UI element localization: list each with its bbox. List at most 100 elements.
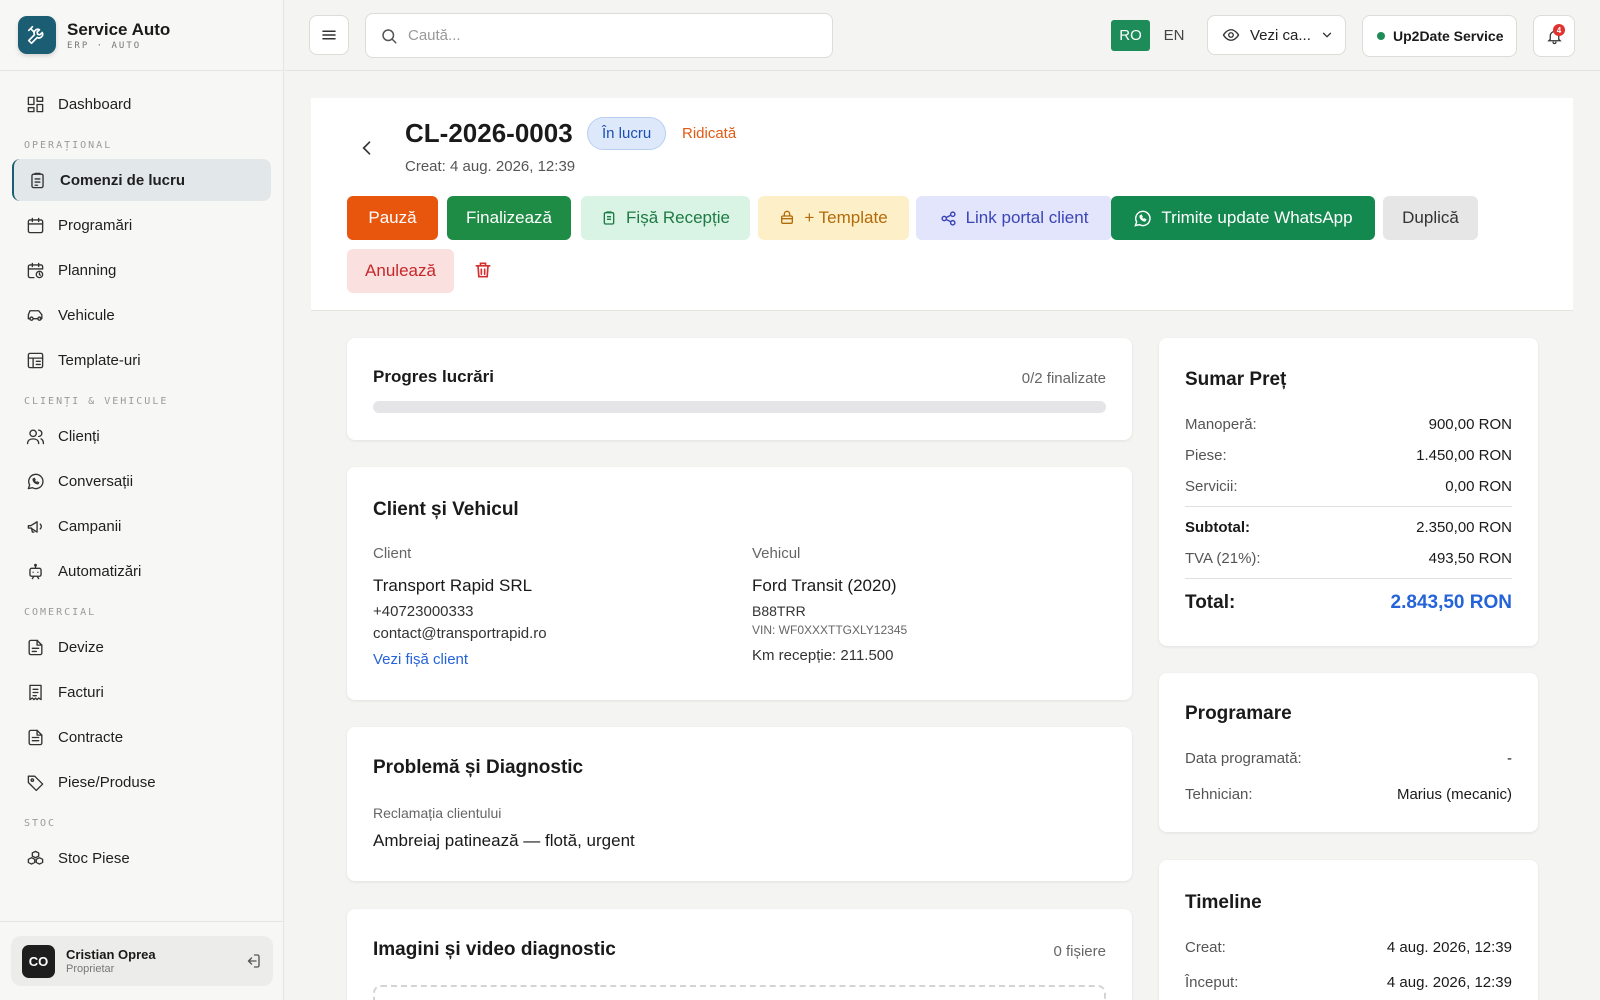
- finalize-button[interactable]: Finalizează: [447, 196, 571, 240]
- view-as-dropdown[interactable]: Vezi ca...: [1207, 15, 1346, 55]
- lang-en-button[interactable]: EN: [1159, 20, 1189, 51]
- vehicle-name: Ford Transit (2020): [752, 576, 897, 595]
- logout-icon[interactable]: [244, 952, 262, 970]
- sidebar-item-parts[interactable]: Piese/Produse: [12, 761, 271, 803]
- created-date: Creat: 4 aug. 2026, 12:39: [405, 158, 576, 175]
- sidebar-item-label: Dashboard: [58, 95, 132, 113]
- sidebar-item-dashboard[interactable]: Dashboard: [12, 83, 271, 125]
- service-status-dot: [1377, 32, 1385, 40]
- sidebar-item-work-orders[interactable]: Comenzi de lucru: [12, 159, 271, 201]
- sidebar-item-label: Clienți: [58, 427, 100, 445]
- sidebar-nav: Dashboard OPERAȚIONAL Comenzi de lucru P…: [0, 71, 283, 879]
- view-as-label: Vezi ca...: [1250, 26, 1311, 44]
- user-profile[interactable]: CO Cristian Oprea Proprietar: [11, 936, 273, 986]
- car-icon: [27, 309, 43, 321]
- cancel-order-button[interactable]: Anulează: [347, 249, 454, 293]
- notifications-button[interactable]: 4: [1533, 15, 1575, 57]
- scheduled-date-value: -: [1507, 750, 1512, 767]
- brand-subtitle: ERP · AUTO: [67, 40, 142, 51]
- add-template-button[interactable]: + Template: [758, 196, 909, 240]
- progress-count: 0/2 finalizate: [1021, 370, 1106, 387]
- sidebar-item-label: Conversații: [58, 472, 134, 490]
- bag-icon: [781, 210, 794, 224]
- progress-card: Progres lucrări 0/2 finalizate: [347, 338, 1132, 440]
- vat-label: TVA (21%):: [1185, 550, 1261, 567]
- schedule-card: Programare Data programată: - Tehnician:…: [1159, 673, 1538, 832]
- vat-value: 493,50 RON: [1428, 550, 1512, 567]
- boxes-icon: [27, 850, 44, 865]
- file-text-icon: [28, 729, 43, 745]
- service-name: Up2Date Service: [1393, 28, 1504, 44]
- sidebar-item-templates[interactable]: Template-uri: [12, 339, 271, 381]
- price-divider: [1185, 506, 1512, 507]
- notification-badge: 4: [1553, 24, 1565, 36]
- total-value: 2.843,50 RON: [1390, 592, 1512, 613]
- scheduled-date-label: Data programată:: [1185, 750, 1302, 767]
- brand[interactable]: Service Auto ERP · AUTO: [0, 0, 283, 71]
- sidebar: Service Auto ERP · AUTO Dashboard OPERAȚ…: [0, 0, 284, 1000]
- topbar: RO EN Vezi ca... Up2Date Service 4: [285, 0, 1600, 71]
- sidebar-item-conversations[interactable]: Conversații: [12, 460, 271, 502]
- timeline-card: Timeline Creat: 4 aug. 2026, 12:39 Încep…: [1159, 860, 1538, 1000]
- clipboard-icon: [603, 211, 615, 225]
- calendar-icon: [27, 217, 44, 233]
- lang-ro-button[interactable]: RO: [1111, 20, 1150, 51]
- duplicate-button[interactable]: Duplică: [1383, 196, 1478, 240]
- users-icon: [26, 428, 45, 444]
- portal-link-button[interactable]: Link portal client: [916, 196, 1112, 240]
- diagnosis-card: Problemă și Diagnostic Reclamația client…: [347, 727, 1132, 881]
- client-email: contact@transportrapid.ro: [373, 625, 547, 642]
- sidebar-item-quotes[interactable]: Devize: [12, 626, 271, 668]
- price-title: Sumar Preț: [1185, 369, 1287, 390]
- sidebar-item-clients[interactable]: Clienți: [12, 415, 271, 457]
- vehicle-plate: B88TRR: [752, 603, 806, 619]
- nav-section-commercial: COMERCIAL: [24, 607, 97, 618]
- sidebar-item-label: Comenzi de lucru: [60, 171, 186, 189]
- reception-sheet-button[interactable]: Fișă Recepție: [581, 196, 750, 240]
- trash-icon: [475, 262, 491, 278]
- sidebar-item-label: Stoc Piese: [58, 849, 130, 867]
- search-bar[interactable]: [365, 13, 833, 58]
- reception-sheet-label: Fișă Recepție: [626, 208, 730, 227]
- parts-value: 1.450,00 RON: [1416, 447, 1512, 464]
- complaint-label: Reclamația clientului: [373, 805, 502, 821]
- back-button[interactable]: [357, 138, 377, 158]
- sidebar-item-automations[interactable]: Automatizări: [12, 550, 271, 592]
- subtotal-label: Subtotal:: [1185, 519, 1250, 536]
- template-icon: [27, 352, 44, 368]
- sidebar-item-campaigns[interactable]: Campanii: [12, 505, 271, 547]
- sidebar-item-label: Piese/Produse: [58, 773, 156, 791]
- sidebar-item-label: Programări: [58, 216, 133, 234]
- sidebar-item-planning[interactable]: Planning: [12, 249, 271, 291]
- media-count: 0 fișiere: [1053, 943, 1106, 960]
- service-selector[interactable]: Up2Date Service: [1362, 15, 1517, 57]
- total-divider: [1185, 578, 1512, 579]
- labor-label: Manoperă:: [1185, 416, 1257, 433]
- menu-icon: [322, 30, 336, 40]
- delete-button[interactable]: [473, 260, 493, 283]
- sidebar-item-invoices[interactable]: Facturi: [12, 671, 271, 713]
- file-icon: [28, 639, 43, 655]
- view-client-link[interactable]: Vezi fișă client: [373, 651, 468, 668]
- timeline-started-label: Început:: [1185, 974, 1239, 991]
- menu-button[interactable]: [309, 15, 349, 55]
- calendar-clock-icon: [27, 262, 44, 278]
- pause-button[interactable]: Pauză: [347, 196, 438, 240]
- sidebar-item-vehicles[interactable]: Vehicule: [12, 294, 271, 336]
- progress-title: Progres lucrări: [373, 367, 494, 386]
- media-dropzone[interactable]: [373, 985, 1106, 1000]
- sidebar-item-stock-parts[interactable]: Stoc Piese: [12, 837, 271, 879]
- user-name: Cristian Oprea: [66, 947, 156, 962]
- timeline-created-value: 4 aug. 2026, 12:39: [1386, 939, 1512, 956]
- schedule-title: Programare: [1185, 703, 1292, 724]
- sidebar-item-contracts[interactable]: Contracte: [12, 716, 271, 758]
- sidebar-item-label: Campanii: [58, 517, 122, 535]
- dashboard-icon: [27, 96, 44, 112]
- search-input[interactable]: [408, 27, 808, 44]
- whatsapp-icon: [1134, 210, 1152, 227]
- complaint-text: Ambreiaj patinează — flotă, urgent: [373, 831, 635, 850]
- clipboard-list-icon: [31, 172, 44, 188]
- sidebar-item-appointments[interactable]: Programări: [12, 204, 271, 246]
- whatsapp-update-button[interactable]: Trimite update WhatsApp: [1111, 196, 1375, 240]
- timeline-created-label: Creat:: [1185, 939, 1226, 956]
